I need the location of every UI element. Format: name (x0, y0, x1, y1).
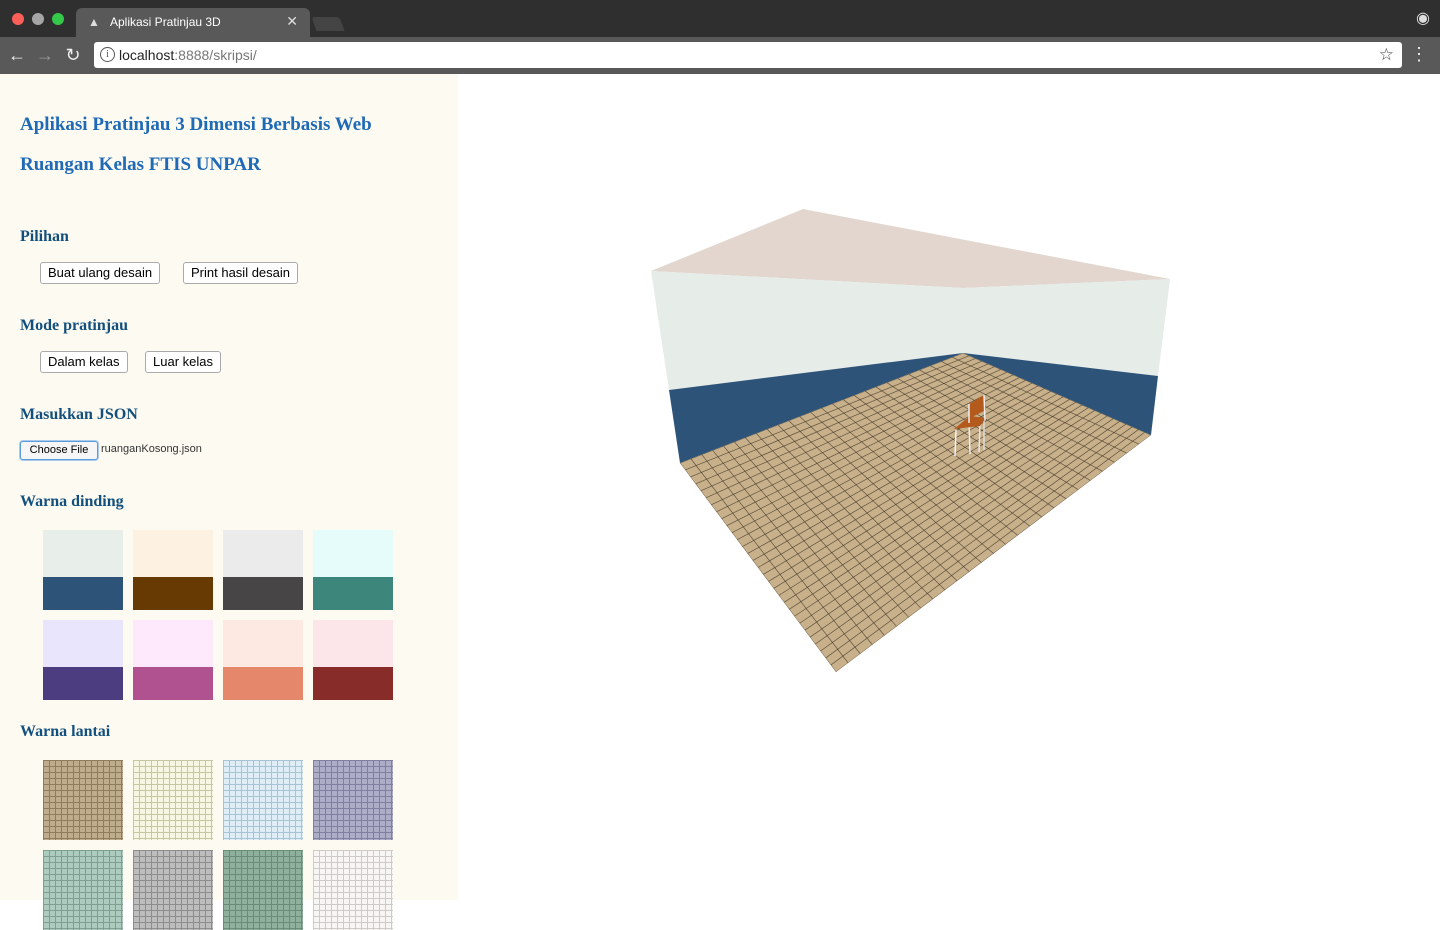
floor-color-swatch[interactable] (133, 850, 213, 930)
wall-color-swatch[interactable] (133, 620, 213, 700)
rebuild-design-button[interactable]: Buat ulang desain (40, 262, 161, 284)
forward-arrow-icon[interactable]: → (35, 45, 55, 65)
floor-color-swatch[interactable] (313, 760, 393, 840)
floor-color-swatch[interactable] (133, 760, 213, 840)
floor-color-swatch[interactable] (43, 850, 123, 930)
wall-color-swatch[interactable] (313, 530, 393, 610)
wall-color-swatch[interactable] (133, 530, 213, 610)
control-panel: Aplikasi Pratinjau 3 Dimensi Berbasis We… (0, 74, 458, 930)
browser-tab[interactable]: ▲ Aplikasi Pratinjau 3D ✕ (76, 8, 310, 37)
maximize-window-button[interactable] (52, 13, 64, 25)
wall-color-swatch[interactable] (223, 620, 303, 700)
minimize-window-button[interactable] (32, 13, 44, 25)
options-heading: Pilihan (20, 228, 69, 245)
incognito-icon: ◉ (1416, 10, 1430, 27)
choose-file-button[interactable]: Choose File (20, 441, 98, 460)
floor-color-heading: Warna lantai (20, 723, 111, 740)
inside-class-button[interactable]: Dalam kelas (40, 351, 128, 373)
browser-toolbar: ← → ↻ i localhost:8888/skripsi/ ☆ ⋮ (0, 37, 1440, 74)
json-heading: Masukkan JSON (20, 406, 138, 423)
info-icon[interactable]: i (100, 47, 115, 62)
wall-color-heading: Warna dinding (20, 493, 124, 510)
floor-color-swatch[interactable] (223, 760, 303, 840)
browser-titlebar: ▲ Aplikasi Pratinjau 3D ✕ ◉ (0, 0, 1440, 37)
selected-file-name: ruanganKosong.json (101, 443, 202, 455)
new-tab-button[interactable] (311, 17, 345, 31)
wall-color-swatch[interactable] (43, 530, 123, 610)
preview-mode-heading: Mode pratinjau (20, 317, 128, 334)
print-design-button[interactable]: Print hasil desain (183, 262, 298, 284)
room-3d-render[interactable] (458, 74, 1440, 900)
reload-icon[interactable]: ↻ (63, 45, 83, 65)
floor-color-swatch[interactable] (313, 850, 393, 930)
address-bar[interactable]: i localhost:8888/skripsi/ ☆ (94, 42, 1402, 68)
page-subtitle: Ruangan Kelas FTIS UNPAR (20, 154, 261, 175)
back-arrow-icon[interactable]: ← (7, 45, 27, 65)
close-tab-icon[interactable]: ✕ (286, 13, 298, 30)
wall-color-swatch[interactable] (313, 620, 393, 700)
preview-3d-canvas[interactable] (458, 74, 1440, 900)
close-window-button[interactable] (12, 13, 24, 25)
floor-color-swatch[interactable] (43, 760, 123, 840)
wall-color-swatch[interactable] (223, 530, 303, 610)
outside-class-button[interactable]: Luar kelas (145, 351, 221, 373)
browser-menu-icon[interactable]: ⋮ (1410, 45, 1428, 63)
floor-color-swatch[interactable] (223, 850, 303, 930)
wall-color-swatch[interactable] (43, 620, 123, 700)
page-title: Aplikasi Pratinjau 3 Dimensi Berbasis We… (20, 114, 372, 135)
tab-title: Aplikasi Pratinjau 3D (110, 15, 221, 29)
page-favicon-icon: ▲ (88, 15, 100, 29)
bookmark-star-icon[interactable]: ☆ (1379, 45, 1394, 65)
url-text: localhost:8888/skripsi/ (119, 47, 257, 63)
